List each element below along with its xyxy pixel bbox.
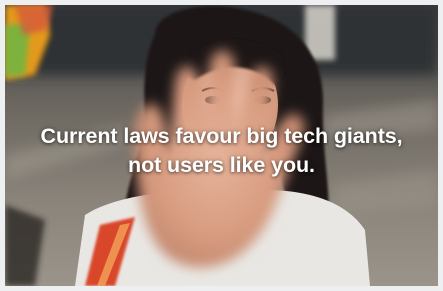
headline-line-1: Current laws favour big tech giants, — [40, 124, 403, 148]
hero-photo: Current laws favour big tech giants, not… — [5, 5, 438, 286]
card-frame: Current laws favour big tech giants, not… — [0, 0, 443, 291]
headline-line-2: not users like you. — [128, 153, 315, 177]
headline: Current laws favour big tech giants, not… — [5, 122, 438, 180]
